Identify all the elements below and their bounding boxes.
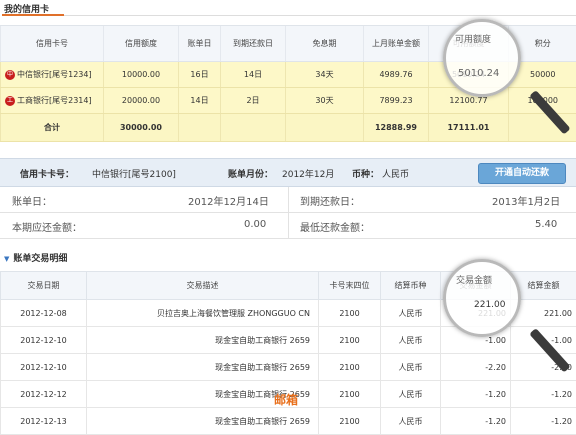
tx-description: 现金宝自助工商银行 2659 <box>87 327 319 354</box>
card-value: 中信银行[尾号2100] <box>92 167 176 180</box>
month-label: 账单月份： <box>228 167 273 180</box>
due-date-value: 2013年1月2日 <box>492 193 560 208</box>
tx-amount: -1.20 <box>441 381 511 408</box>
total-label: 合计 <box>1 114 104 142</box>
table-row: 2012-12-10 现金宝自助工商银行 2659 2100 人民币 -2.20… <box>1 354 576 381</box>
tx-currency: 人民币 <box>381 408 441 435</box>
tx-currency: 人民币 <box>381 381 441 408</box>
tx-card-last4: 2100 <box>319 327 381 354</box>
transactions-section-title: 账单交易明细 <box>13 254 67 264</box>
due-day: 14日 <box>221 62 286 88</box>
card-number-cell[interactable]: 工工商银行[尾号2314] <box>1 88 104 114</box>
free-period: 30天 <box>286 88 364 114</box>
tx-card-last4: 2100 <box>319 408 381 435</box>
col-last-bill: 上月账单金额 <box>364 26 429 62</box>
due-day: 2日 <box>221 88 286 114</box>
tx-date: 2012-12-13 <box>1 408 87 435</box>
magnified-amount: 221.00 <box>474 300 506 310</box>
magnified-amount-header: 交易金额 <box>456 273 492 286</box>
credit-limit: 10000.00 <box>104 62 179 88</box>
icbc-bank-logo-icon: 工 <box>5 96 15 106</box>
tx-date: 2012-12-08 <box>1 300 87 327</box>
section-title-underline <box>2 14 64 16</box>
total-row: 合计 30000.00 12888.99 17111.01 <box>1 114 576 142</box>
magnifier-lens-top <box>443 19 521 97</box>
col-currency: 结算币种 <box>381 272 441 300</box>
min-payment-value: 5.40 <box>535 219 557 230</box>
total-available: 17111.01 <box>429 114 509 142</box>
currency-label: 币种： <box>352 167 379 180</box>
watermark: 邮箱 <box>274 391 298 408</box>
tx-description: 现金宝自助工商银行 2659 <box>87 354 319 381</box>
empty-cell <box>179 114 221 142</box>
tx-date: 2012-12-10 <box>1 354 87 381</box>
tx-card-last4: 2100 <box>319 354 381 381</box>
tx-date: 2012-12-10 <box>1 327 87 354</box>
col-credit-limit: 信用额度 <box>104 26 179 62</box>
tx-settle-amount: -1.20 <box>511 381 576 408</box>
divider <box>288 187 289 212</box>
current-due-label: 本期应还金额： <box>12 219 82 234</box>
free-period: 34天 <box>286 62 364 88</box>
tx-currency: 人民币 <box>381 354 441 381</box>
col-card-number: 信用卡号 <box>1 26 104 62</box>
total-limit: 30000.00 <box>104 114 179 142</box>
tx-settle-amount: -1.20 <box>511 408 576 435</box>
magnifier-lens-bottom <box>443 259 521 337</box>
col-description: 交易描述 <box>87 272 319 300</box>
current-due-value: 0.00 <box>244 219 266 230</box>
table-row: 2012-12-13 现金宝自助工商银行 2659 2100 人民币 -1.20… <box>1 408 576 435</box>
total-last-bill: 12888.99 <box>364 114 429 142</box>
tx-card-last4: 2100 <box>319 300 381 327</box>
bill-day: 14日 <box>179 88 221 114</box>
tx-currency: 人民币 <box>381 300 441 327</box>
magnified-header: 可用额度 <box>455 32 491 45</box>
statement-info-bar: 信用卡卡号： 中信银行[尾号2100] 账单月份： 2012年12月 币种： 人… <box>0 158 576 187</box>
last-bill: 7899.23 <box>364 88 429 114</box>
month-value: 2012年12月 <box>282 167 334 180</box>
citic-bank-logo-icon: 中 <box>5 70 15 80</box>
col-due-day: 到期还款日 <box>221 26 286 62</box>
col-bill-day: 账单日 <box>179 26 221 62</box>
bill-day-label: 账单日： <box>12 193 52 208</box>
tx-description: 现金宝自助工商银行 2659 <box>87 408 319 435</box>
summary-row-2: 本期应还金额： 0.00 最低还款金额： 5.40 <box>0 213 576 239</box>
card-name: 工商银行[尾号2314] <box>17 96 92 105</box>
magnified-available: 5010.24 <box>458 68 499 79</box>
card-label: 信用卡卡号： <box>20 167 74 180</box>
empty-cell <box>221 114 286 142</box>
due-date-label: 到期还款日： <box>300 193 360 208</box>
section-rule <box>2 15 576 16</box>
triangle-down-icon: ▼ <box>4 255 9 263</box>
col-card-last4: 卡号末四位 <box>319 272 381 300</box>
tx-description: 贝拉吉奥上海餐饮管理服 ZHONGGUO CN <box>87 300 319 327</box>
tx-amount: -2.20 <box>441 354 511 381</box>
bill-day: 16日 <box>179 62 221 88</box>
currency-value: 人民币 <box>382 167 409 180</box>
bill-day-value: 2012年12月14日 <box>188 193 269 208</box>
col-date: 交易日期 <box>1 272 87 300</box>
tx-amount: -1.20 <box>441 408 511 435</box>
empty-cell <box>286 114 364 142</box>
min-payment-label: 最低还款金额： <box>300 219 370 234</box>
credit-limit: 20000.00 <box>104 88 179 114</box>
last-bill: 4989.76 <box>364 62 429 88</box>
summary-row-1: 账单日： 2012年12月14日 到期还款日： 2013年1月2日 <box>0 187 576 213</box>
tx-currency: 人民币 <box>381 327 441 354</box>
tx-card-last4: 2100 <box>319 381 381 408</box>
card-name: 中信银行[尾号1234] <box>17 70 92 79</box>
card-number-cell[interactable]: 中中信银行[尾号1234] <box>1 62 104 88</box>
enable-auto-repay-button[interactable]: 开通自动还款 <box>478 163 566 184</box>
col-free-period: 免息期 <box>286 26 364 62</box>
transactions-section-toggle[interactable]: ▼ 账单交易明细 <box>4 251 67 264</box>
tx-date: 2012-12-12 <box>1 381 87 408</box>
divider <box>288 213 289 238</box>
